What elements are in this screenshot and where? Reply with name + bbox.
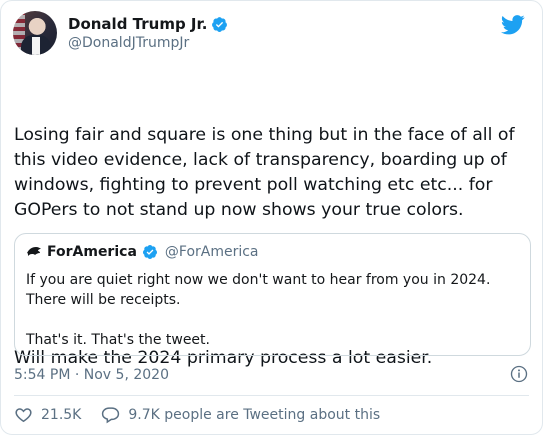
conversation-link[interactable]: 9.7K people are Tweeting about this [101,405,380,424]
embedded-tweet-card[interactable]: Donald Trump Jr. @DonaldJTrumpJr Losing … [0,0,543,435]
speech-bubble-icon [102,407,120,424]
author-name[interactable]: Donald Trump Jr. [68,15,207,33]
tweet-timestamp[interactable]: 5:54 PM · Nov 5, 2020 [14,367,169,383]
heart-icon [15,408,32,423]
quoted-author-name[interactable]: ForAmerica [47,244,137,260]
like-count: 21.5K [41,406,82,423]
foramerica-logo-icon [26,244,42,260]
quoted-tweet-header: ForAmerica @ForAmerica [26,244,259,260]
verified-badge-icon [212,16,228,32]
quoted-tweet-body: If you are quiet right now we don't want… [26,270,518,350]
divider [14,395,529,396]
info-icon[interactable] [510,365,528,383]
quoted-tweet[interactable]: ForAmerica @ForAmerica If you are quiet … [14,233,531,356]
like-button[interactable]: 21.5K [14,405,81,424]
verified-badge-icon [142,245,157,259]
author-name-row[interactable]: Donald Trump Jr. [68,15,228,33]
tweet-paragraph: Losing fair and square is one thing but … [14,125,521,220]
twitter-bird-icon[interactable] [501,15,525,35]
author-avatar[interactable] [13,11,57,55]
quoted-tweet-paragraph: That's it. That's the tweet. [26,332,210,348]
tweet-actions: 21.5K 9.7K people are Tweeting about thi… [14,405,380,424]
quoted-tweet-paragraph: If you are quiet right now we don't want… [26,272,491,308]
avatar-shirt [32,37,40,55]
author-handle[interactable]: @DonaldJTrumpJr [68,35,189,51]
conversation-text: 9.7K people are Tweeting about this [128,406,381,423]
quoted-author-handle[interactable]: @ForAmerica [165,244,259,260]
